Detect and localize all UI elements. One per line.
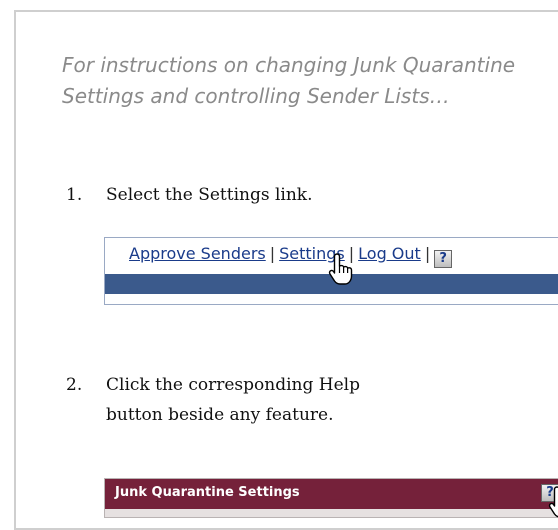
nav-links: Approve Senders | Settings | Log Out |? — [129, 244, 453, 268]
help-button[interactable]: ? — [434, 250, 453, 268]
nav-separator: | — [269, 244, 276, 263]
hand-cursor-icon — [328, 253, 353, 285]
step-1-number: 1. — [66, 185, 83, 205]
section-bar: Junk Quarantine Settings ? — [105, 479, 558, 509]
approve-senders-link[interactable]: Approve Senders — [129, 244, 266, 263]
nav-separator: | — [424, 244, 431, 263]
log-out-link[interactable]: Log Out — [358, 244, 421, 263]
step-2-text: Click the corresponding Help button besi… — [106, 375, 360, 425]
intro-text: For instructions on changing Junk Quaran… — [62, 53, 516, 108]
settings-nav-example: Approve Senders | Settings | Log Out |? — [104, 237, 558, 305]
step-1-text: Select the Settings link. — [106, 185, 313, 205]
step-2-number: 2. — [66, 375, 83, 395]
section-header-example: Junk Quarantine Settings ? — [104, 478, 558, 518]
hand-cursor-icon — [548, 486, 558, 518]
section-title: Junk Quarantine Settings — [115, 485, 300, 500]
